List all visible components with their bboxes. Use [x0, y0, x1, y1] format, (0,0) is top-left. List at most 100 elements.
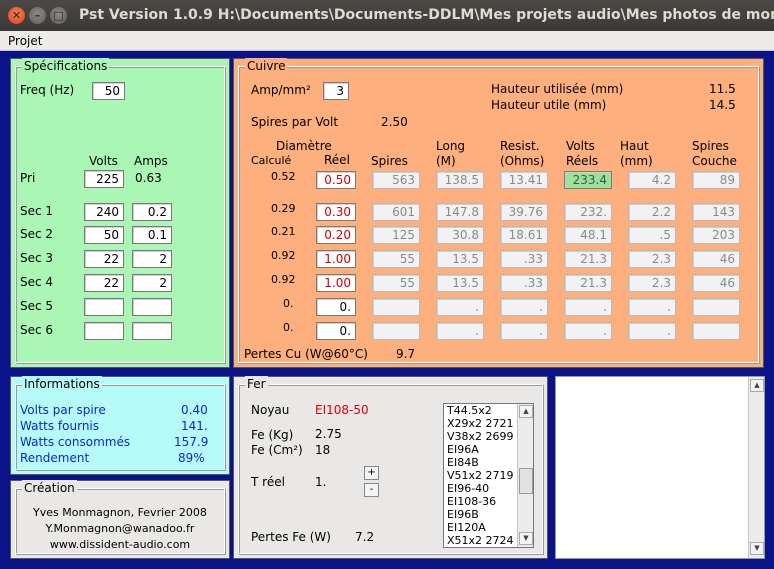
row6-reel-input[interactable]: 0.	[316, 322, 356, 340]
row5-haut: .	[628, 298, 676, 316]
pertes-fe-value: 7.2	[355, 530, 375, 544]
row6-long: .	[436, 322, 484, 340]
row0-reel-input[interactable]: 0.50	[316, 171, 356, 189]
cuivre-legend: Cuivre	[245, 58, 288, 74]
sec3-volts-input[interactable]: 22	[84, 250, 124, 268]
list-item[interactable]: EI96-40	[447, 483, 489, 495]
scroll-down-icon[interactable]: ▼	[519, 532, 533, 545]
maximize-icon[interactable]: □	[50, 7, 67, 24]
list-item[interactable]: X51x2 2724	[447, 535, 514, 547]
sec6-amps-input[interactable]	[132, 322, 172, 340]
spires-header: Spires	[371, 154, 408, 168]
sec5-amps-input[interactable]	[132, 298, 172, 316]
spires-couche-header: Spires	[692, 139, 729, 153]
window-title: Pst Version 1.0.9 H:\Documents\Documents…	[79, 7, 774, 23]
specifications-legend: Spécifications	[22, 58, 110, 74]
watts-consommes-label: Watts consommés	[20, 435, 131, 449]
row4-spires-couche: 46	[692, 274, 740, 292]
fe-cm2-value: 18	[315, 443, 331, 457]
row4-reel-input[interactable]: 1.00	[316, 274, 356, 292]
row1-haut: 2.2	[628, 203, 676, 221]
list-item[interactable]: EI84B	[447, 457, 479, 469]
title-bar: ✕ – □ Pst Version 1.0.9 H:\Documents\Doc…	[0, 0, 774, 31]
sec1-label: Sec 1	[20, 204, 54, 218]
scroll-up-icon[interactable]: ▲	[750, 379, 764, 392]
menu-projet[interactable]: Projet	[8, 34, 42, 48]
pri-volts-input[interactable]: 225	[84, 170, 124, 188]
row2-reel-input[interactable]: 0.20	[316, 226, 356, 244]
row4-volts: 21.3	[564, 274, 612, 292]
notes-textarea[interactable]: ▲ ▼	[555, 376, 765, 559]
row2-calcule: 0.21	[271, 225, 296, 238]
sec4-volts-input[interactable]: 22	[84, 274, 124, 292]
hauteur-utilisee-value: 11.5	[709, 82, 736, 96]
sec1-amps-input[interactable]: 0.2	[132, 203, 172, 221]
row0-spires-couche: 89	[692, 171, 740, 189]
listbox-scrollbar[interactable]: ▲ ▼	[517, 404, 533, 547]
row2-haut: .5	[628, 226, 676, 244]
resist-unit-header: (Ohms)	[500, 154, 545, 168]
row1-spires: 601	[372, 203, 420, 221]
close-icon[interactable]: ✕	[8, 7, 25, 24]
author-email: Y.Monmagnon@wanadoo.fr	[45, 522, 195, 535]
scroll-down-icon[interactable]: ▼	[750, 542, 764, 555]
creation-legend: Création	[22, 480, 77, 496]
row1-reel-input[interactable]: 0.30	[316, 203, 356, 221]
row5-spires-couche	[692, 298, 740, 316]
amps-column-header: Amps	[134, 154, 168, 168]
list-item[interactable]: EI96B	[447, 509, 479, 521]
row3-resist: .33	[500, 250, 548, 268]
sec2-amps-input[interactable]: 0.1	[132, 226, 172, 244]
spires-par-volt-value: 2.50	[381, 115, 408, 129]
list-item[interactable]: V38x2 2699	[447, 431, 514, 443]
scroll-up-icon[interactable]: ▲	[519, 405, 533, 418]
resist-header: Resist.	[500, 139, 540, 153]
watts-fournis-label: Watts fournis	[20, 419, 100, 433]
list-item[interactable]: EI96A	[447, 444, 479, 456]
minimize-icon[interactable]: –	[29, 7, 46, 24]
list-item[interactable]: EI120A	[447, 522, 486, 534]
row1-resist: 39.76	[500, 203, 548, 221]
list-item[interactable]: EI108-36	[447, 496, 496, 508]
row2-resist: 18.61	[500, 226, 548, 244]
sec6-label: Sec 6	[20, 323, 54, 337]
sec2-volts-input[interactable]: 50	[84, 226, 124, 244]
cuivre-panel: Cuivre Amp/mm² 3 Hauteur utilisée (mm) 1…	[233, 58, 764, 368]
row3-volts: 21.3	[564, 250, 612, 268]
sec6-volts-input[interactable]	[84, 322, 124, 340]
row5-spires	[372, 298, 420, 316]
row5-reel-input[interactable]: 0.	[316, 298, 356, 316]
increase-button[interactable]: +	[364, 466, 379, 480]
row6-haut: .	[628, 322, 676, 340]
spires-par-volt-label: Spires par Volt	[251, 115, 339, 129]
row1-spires-couche: 143	[692, 203, 740, 221]
list-item[interactable]: T44.5x2	[447, 405, 492, 417]
sec1-volts-input[interactable]: 240	[84, 203, 124, 221]
sec5-volts-input[interactable]	[84, 298, 124, 316]
row3-reel-input[interactable]: 1.00	[316, 250, 356, 268]
core-listbox[interactable]: T44.5x2 X29x2 2721 V38x2 2699 EI96A EI84…	[443, 403, 534, 548]
row0-spires: 563	[372, 171, 420, 189]
scrollbar-thumb[interactable]	[519, 468, 533, 494]
freq-input[interactable]: 50	[92, 82, 125, 100]
decrease-button[interactable]: -	[364, 483, 379, 497]
row4-calcule: 0.92	[271, 273, 296, 286]
long-unit-header: (M)	[436, 154, 456, 168]
notes-scrollbar[interactable]: ▲ ▼	[748, 377, 764, 558]
list-item[interactable]: X29x2 2721	[447, 418, 514, 430]
volts-header: Volts	[566, 139, 595, 153]
row4-long: 13.5	[436, 274, 484, 292]
amp-input[interactable]: 3	[323, 82, 349, 100]
row3-haut: 2.3	[628, 250, 676, 268]
sec3-amps-input[interactable]: 2	[132, 250, 172, 268]
author-name: Yves Monmagnon, Fevrier 2008	[33, 506, 207, 519]
creation-panel: Création Yves Monmagnon, Fevrier 2008 Y.…	[10, 480, 230, 559]
volts-column-header: Volts	[89, 154, 118, 168]
row4-resist: .33	[500, 274, 548, 292]
list-item[interactable]: V51x2 2719	[447, 470, 514, 482]
row0-calcule: 0.52	[271, 170, 296, 183]
pri-amps-value: 0.63	[135, 171, 162, 185]
fer-legend: Fer	[245, 376, 268, 392]
fe-cm2-label: Fe (Cm²)	[251, 443, 303, 457]
sec4-amps-input[interactable]: 2	[132, 274, 172, 292]
